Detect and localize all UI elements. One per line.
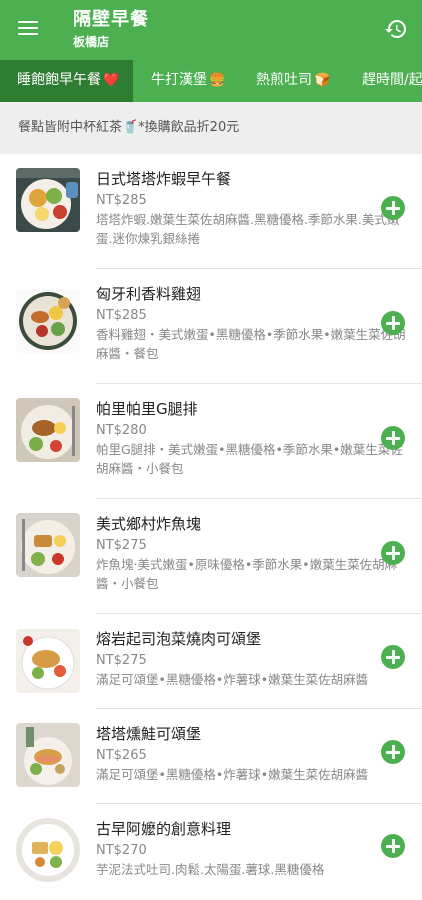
menu-item[interactable]: 熔岩起司泡菜燒肉可頌堡 NT$275 滿足可頌堡•黑糖優格•炸薯球•嫩葉生菜佐胡… <box>0 614 422 709</box>
menu-item[interactable]: 帕里帕里G腿排 NT$280 帕里G腿排・美式嫩蛋•黑糖優格•季節水果•嫩葉生菜… <box>0 384 422 499</box>
item-name: 塔塔燻鮭可頌堡 <box>96 725 202 743</box>
item-name: 帕里帕里G腿排 <box>96 400 198 418</box>
food-photo <box>16 398 80 462</box>
store-title-block: 隔壁早餐 板橋店 <box>73 8 149 50</box>
food-photo <box>16 289 80 353</box>
category-tabs: 睡飽飽早午餐 ❤️ 牛打漢堡 🍔 熱煎吐司 🍞 趕時間/起 <box>0 60 422 102</box>
add-item-button[interactable] <box>381 740 405 764</box>
food-photo <box>16 629 80 693</box>
heart-icon: ❤️ <box>103 73 120 88</box>
item-price: NT$270 <box>96 843 147 858</box>
bread-icon: 🍞 <box>314 73 331 88</box>
app-bar: 隔壁早餐 板橋店 <box>0 0 422 60</box>
menu-item[interactable]: 古早阿嬤的創意料理 NT$270 芋泥法式吐司.肉鬆.太陽蛋.薯球.黑糖優格 <box>0 804 422 899</box>
item-price: NT$285 <box>96 308 147 323</box>
tab-quick[interactable]: 趕時間/起 <box>362 60 422 102</box>
item-name: 熔岩起司泡菜燒肉可頌堡 <box>96 630 262 648</box>
tab-label: 熱煎吐司 <box>256 72 312 88</box>
add-item-button[interactable] <box>381 311 405 335</box>
item-name: 美式鄉村炸魚塊 <box>96 515 202 533</box>
item-description: 塔塔炸蝦.嫩葉生菜佐胡麻醬.黑糖優格.季節水果.美式嫩蛋.迷你煉乳銀絲捲 <box>96 212 400 246</box>
item-price: NT$275 <box>96 538 147 553</box>
item-price: NT$285 <box>96 193 147 208</box>
item-description: 滿足可頌堡•黑糖優格•炸薯球•嫩葉生菜佐胡麻醬 <box>96 767 369 782</box>
add-item-button[interactable] <box>381 834 405 858</box>
item-price: NT$275 <box>96 653 147 668</box>
item-description: 帕里G腿排・美式嫩蛋•黑糖優格•季節水果•嫩葉生菜佐胡麻醬・小餐包 <box>96 442 403 476</box>
item-name: 日式塔塔炸蝦早午餐 <box>96 170 232 188</box>
menu-item[interactable]: 塔塔燻鮭可頌堡 NT$265 滿足可頌堡•黑糖優格•炸薯球•嫩葉生菜佐胡麻醬 <box>0 709 422 804</box>
hamburger-menu-icon[interactable] <box>14 17 42 41</box>
item-description: 滿足可頌堡•黑糖優格•炸薯球•嫩葉生菜佐胡麻醬 <box>96 672 369 687</box>
menu-item[interactable]: 日式塔塔炸蝦早午餐 NT$285 塔塔炸蝦.嫩葉生菜佐胡麻醬.黑糖優格.季節水果… <box>0 154 422 269</box>
tab-brunch[interactable]: 睡飽飽早午餐 ❤️ <box>0 60 134 102</box>
item-description: 芋泥法式吐司.肉鬆.太陽蛋.薯球.黑糖優格 <box>96 862 325 877</box>
burger-icon: 🍔 <box>209 73 226 88</box>
item-price: NT$265 <box>96 748 147 763</box>
menu-item[interactable]: 匈牙利香料雞翅 NT$285 香料雞翅・美式嫩蛋•黑糖優格•季節水果•嫩葉生菜佐… <box>0 269 422 384</box>
item-description: 炸魚塊‧美式嫩蛋•原味優格•季節水果•嫩葉生菜佐胡麻醬・小餐包 <box>96 557 398 591</box>
food-photo <box>16 513 80 577</box>
tab-burger[interactable]: 牛打漢堡 🍔 <box>151 60 225 102</box>
tab-label: 牛打漢堡 <box>151 72 207 88</box>
add-item-button[interactable] <box>381 426 405 450</box>
item-name: 匈牙利香料雞翅 <box>96 285 202 303</box>
menu-item[interactable]: 美式鄉村炸魚塊 NT$275 炸魚塊‧美式嫩蛋•原味優格•季節水果•嫩葉生菜佐胡… <box>0 499 422 614</box>
tab-label: 睡飽飽早午餐 <box>17 72 101 88</box>
item-price: NT$280 <box>96 423 147 438</box>
tab-toast[interactable]: 熱煎吐司 🍞 <box>256 60 330 102</box>
item-description: 香料雞翅・美式嫩蛋•黑糖優格•季節水果•嫩葉生菜佐胡麻醬・餐包 <box>96 327 406 361</box>
notice-banner: 餐點皆附中杯紅茶🥤*換購飲品折20元 <box>0 102 422 154</box>
add-item-button[interactable] <box>381 645 405 669</box>
add-item-button[interactable] <box>381 541 405 565</box>
item-name: 古早阿嬤的創意料理 <box>96 820 232 838</box>
food-photo <box>16 818 80 882</box>
add-item-button[interactable] <box>381 196 405 220</box>
store-branch: 板橋店 <box>73 35 110 49</box>
food-photo <box>16 168 80 232</box>
tab-label: 趕時間/起 <box>362 72 422 88</box>
history-icon[interactable] <box>384 17 408 41</box>
app-title: 隔壁早餐 <box>73 9 149 30</box>
food-photo <box>16 723 80 787</box>
